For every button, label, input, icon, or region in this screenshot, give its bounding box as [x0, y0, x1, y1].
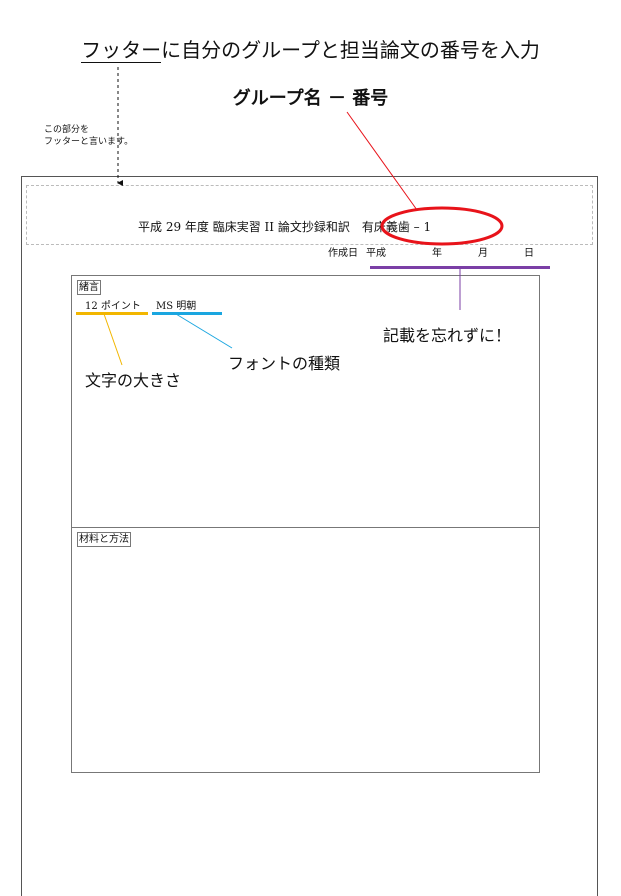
creation-date: 作成日 平成 年 月 日: [328, 247, 534, 261]
footer-area: [26, 185, 593, 245]
char-size-annotation: 文字の大きさ: [85, 371, 182, 390]
section-label-methods: 材料と方法: [77, 532, 131, 547]
footer-note-line2: フッターと言います。: [44, 137, 134, 147]
title-footer-word: フッター: [81, 38, 162, 63]
size-underline: [76, 312, 148, 315]
font-type-annotation: フォントの種類: [228, 354, 341, 373]
date-label: 作成日: [328, 248, 358, 259]
section-label-introduction: 緒言: [77, 280, 101, 295]
date-day: 日: [524, 248, 534, 259]
font-underline: [152, 312, 222, 315]
date-era: 平成: [366, 248, 386, 259]
group-number-label: グループ名 － 番号: [232, 88, 389, 109]
title-rest: に自分のグループと担当論文の番号を入力: [161, 38, 540, 62]
date-year: 年: [432, 248, 442, 259]
date-underline: [370, 266, 550, 269]
footer-course: 平成 29 年度 臨床実習 II 論文抄録和訳: [138, 220, 350, 234]
reminder-annotation: 記載を忘れずに！: [383, 326, 512, 345]
instruction-title: フッターに自分のグループと担当論文の番号を入力: [0, 38, 621, 63]
section-methods: 材料と方法: [71, 527, 540, 773]
footer-note-line1: この部分を: [44, 125, 90, 135]
date-month: 月: [478, 248, 488, 259]
footer-text: 平成 29 年度 臨床実習 II 論文抄録和訳 有床義歯 – 1: [138, 219, 431, 235]
footer-group: 有床義歯 – 1: [361, 220, 432, 234]
